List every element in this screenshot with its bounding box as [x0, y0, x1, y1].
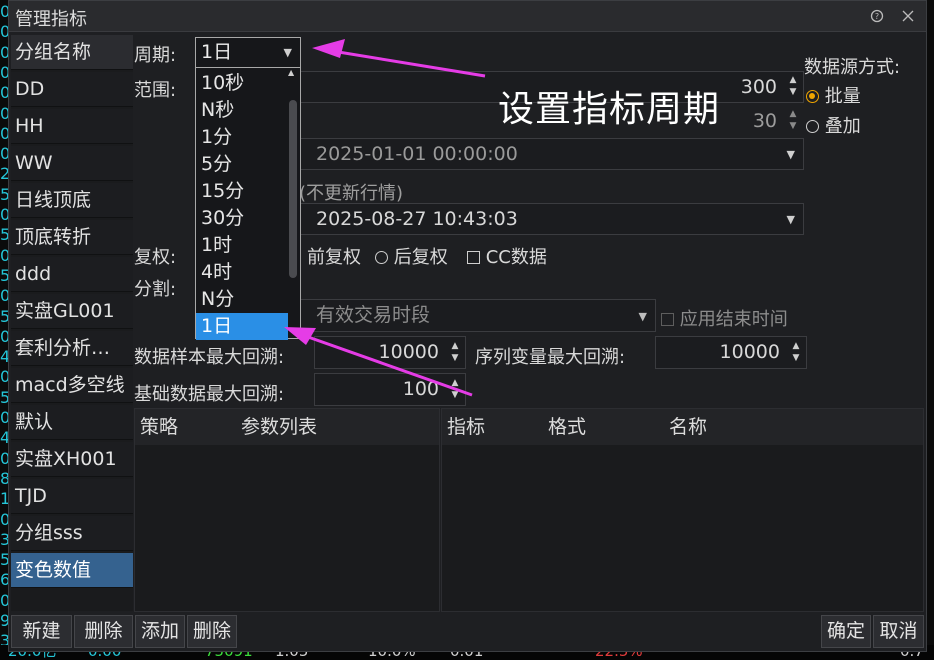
- arrowhead-icon: [312, 39, 345, 58]
- arrow-to-period-combo: [319, 47, 486, 78]
- arrowhead-icon: [284, 327, 316, 345]
- annotation-label: 设置指标周期: [498, 89, 721, 130]
- annotation-arrows: [284, 39, 486, 397]
- arrow-to-selected-option: [293, 330, 473, 397]
